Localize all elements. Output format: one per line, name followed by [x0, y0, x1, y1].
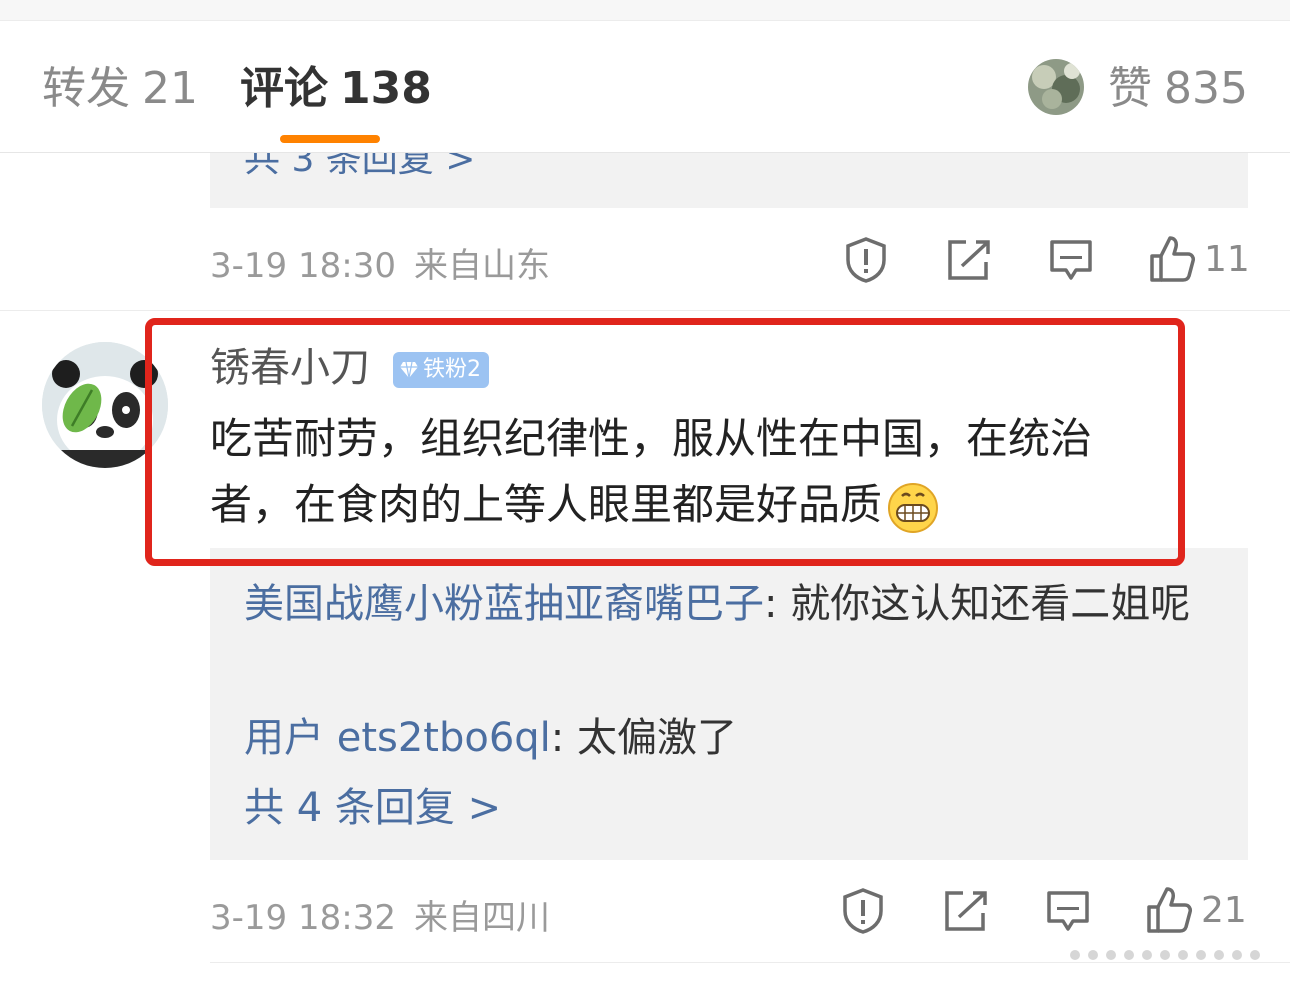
share-button[interactable]	[946, 238, 992, 282]
comment-location: 来自四川	[413, 898, 550, 938]
previous-comment-location: 来自山东	[413, 246, 550, 286]
tab-comment-label: 评论	[240, 63, 328, 114]
comment-icon	[1050, 240, 1092, 280]
reply-user[interactable]: 美国战鹰小粉蓝抽亚裔嘴巴子	[244, 581, 764, 627]
report-icon	[843, 888, 883, 934]
tab-comment-count: 138	[340, 63, 432, 114]
thumbs-up-icon	[1150, 236, 1195, 282]
fan-badge: 铁粉2	[393, 352, 489, 388]
tab-like-label: 赞	[1108, 63, 1152, 114]
thumbs-up-icon	[1147, 887, 1192, 933]
reply-user[interactable]: 用户 ets2tbo6ql	[244, 715, 551, 761]
tab-like[interactable]: 赞 835	[1108, 61, 1248, 117]
reply-button[interactable]	[1048, 238, 1094, 282]
report-button[interactable]	[841, 887, 885, 935]
comment-time: 3-19 18:32	[210, 898, 396, 938]
share-icon	[945, 891, 987, 931]
tab-repost-count: 21	[142, 63, 198, 114]
grinning-face-icon	[886, 481, 940, 535]
report-icon	[846, 237, 886, 283]
previous-comment-time: 3-19 18:30	[210, 246, 396, 286]
comment-icon	[1047, 891, 1089, 931]
reply-item[interactable]: 美国战鹰小粉蓝抽亚裔嘴巴子: 就你这认知还看二姐呢	[244, 572, 1224, 636]
tab-bar: 转发 21 评论 138 赞 835	[0, 21, 1290, 153]
share-button[interactable]	[943, 889, 989, 933]
comment-meta: 3-19 18:32 来自四川	[210, 890, 550, 939]
like-button[interactable]: 21	[1145, 885, 1247, 935]
watermark-dots-icon	[1070, 950, 1260, 960]
comment-username[interactable]: 锈春小刀	[210, 340, 370, 396]
diamond-icon	[400, 361, 418, 379]
like-button[interactable]: 11	[1148, 234, 1250, 284]
tab-like-count: 835	[1164, 63, 1248, 114]
avatar[interactable]	[42, 342, 168, 468]
previous-like-count: 11	[1204, 238, 1250, 280]
tab-repost-label: 转发	[42, 63, 130, 114]
comment-text-line: 者，在食肉的上等人眼里都是好品质	[210, 472, 1190, 538]
reply-item[interactable]: 用户 ets2tbo6ql: 太偏激了	[244, 706, 1224, 770]
comment-text-line-2: 者，在食肉的上等人眼里都是好品质	[210, 480, 883, 529]
report-button[interactable]	[844, 236, 888, 284]
reply-list: 美国战鹰小粉蓝抽亚裔嘴巴子: 就你这认知还看二姐呢 用户 ets2tbo6ql:…	[210, 548, 1248, 860]
more-replies-link[interactable]: 共 4 条回复 >	[244, 780, 501, 836]
active-tab-indicator	[280, 135, 380, 143]
top-strip	[0, 0, 1290, 21]
tab-comment[interactable]: 评论 138	[240, 61, 432, 117]
comment-text-line: 吃苦耐劳，组织纪律性，服从性在中国，在统治	[210, 414, 1093, 463]
comment-like-count: 21	[1201, 889, 1247, 931]
reply-button[interactable]	[1045, 889, 1091, 933]
share-icon	[948, 240, 990, 280]
reply-text: : 太偏激了	[550, 715, 737, 761]
reply-text: : 就你这认知还看二姐呢	[764, 581, 1191, 627]
comment-text: 吃苦耐劳，组织纪律性，服从性在中国，在统治 者，在食肉的上等人眼里都是好品质	[210, 406, 1190, 538]
tab-repost[interactable]: 转发 21	[42, 61, 198, 117]
previous-comment-meta: 3-19 18:30 来自山东	[210, 238, 550, 287]
fan-badge-label: 铁粉2	[423, 357, 481, 382]
liker-avatar[interactable]	[1028, 59, 1084, 115]
comment-divider	[0, 310, 1290, 311]
